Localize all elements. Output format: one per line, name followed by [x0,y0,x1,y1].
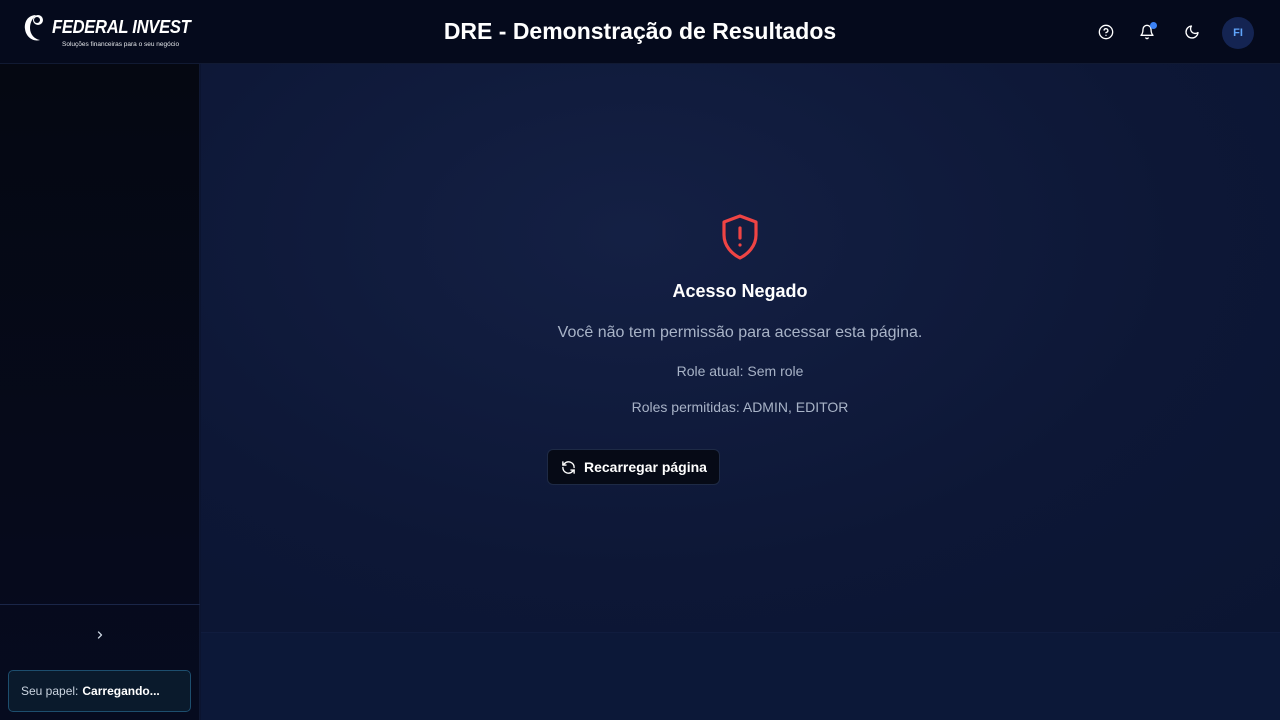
notification-dot [1150,22,1157,29]
page-title: DRE - Demonstração de Resultados [443,18,837,44]
moon-icon [1185,25,1199,39]
current-role-text: Role atual: Sem role [676,363,804,379]
theme-toggle-button[interactable] [1178,18,1206,46]
reload-button-label: Recarregar página [584,459,707,475]
user-role-box: Seu papel: Carregando... [8,670,191,712]
access-denied-message: Você não tem permissão para acessar esta… [557,324,923,341]
chevron-right-icon [97,631,103,639]
reload-page-button[interactable]: Recarregar página [547,449,720,485]
help-icon [1098,24,1114,40]
access-denied-title: Acesso Negado [672,281,808,301]
role-value: Carregando... [82,684,160,698]
sidebar-expand-button[interactable] [88,624,112,646]
footer-band [201,632,1280,720]
refresh-icon [562,460,575,474]
shield-alert-icon [722,214,758,260]
help-button[interactable] [1092,18,1120,46]
sidebar-divider [0,604,200,605]
top-header: FEDERAL INVEST Soluções financeiras para… [0,0,1280,64]
user-avatar[interactable]: FI [1222,17,1254,49]
main-content [201,64,1280,632]
allowed-roles-text: Roles permitidas: ADMIN, EDITOR [631,399,849,415]
notifications-button[interactable] [1133,18,1161,46]
sidebar: Seu papel: Carregando... [0,64,200,720]
role-label: Seu papel: [21,684,79,698]
